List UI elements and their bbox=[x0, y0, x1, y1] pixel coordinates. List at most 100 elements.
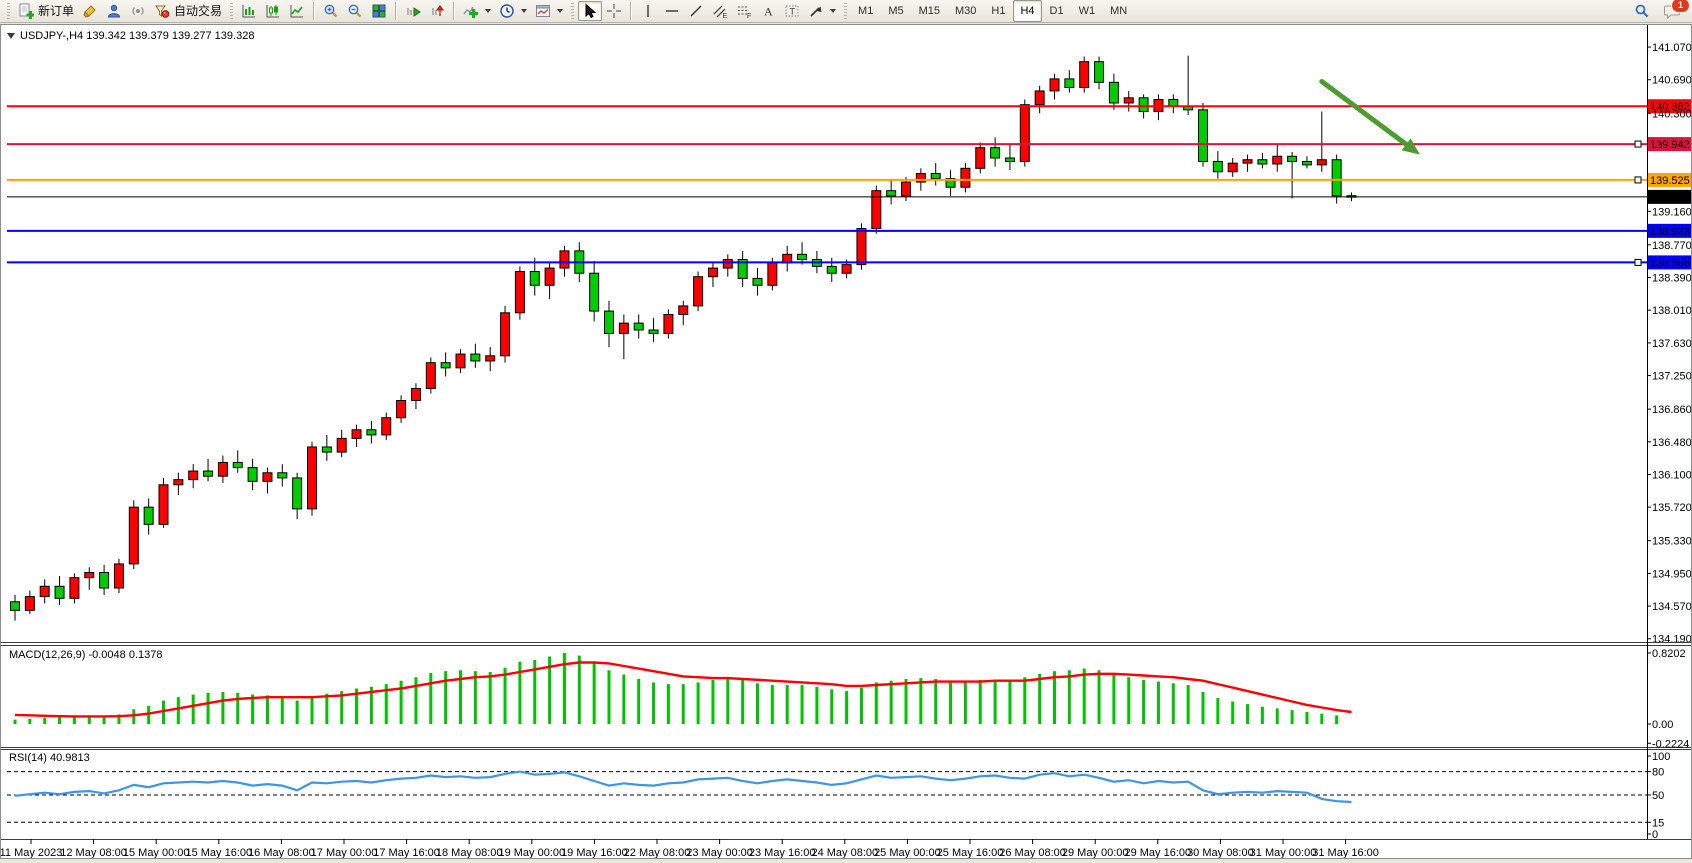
svg-text:141.070: 141.070 bbox=[1652, 42, 1691, 54]
toolbar-grip[interactable] bbox=[571, 3, 574, 19]
line-chart-mode-button[interactable] bbox=[285, 1, 309, 21]
svg-text:80: 80 bbox=[1652, 767, 1664, 779]
fibonacci-tool-button[interactable]: F bbox=[732, 1, 756, 21]
hline-140.382[interactable]: 140.382 bbox=[7, 99, 1691, 113]
indicators-button[interactable] bbox=[459, 1, 495, 21]
svg-text:138.933: 138.933 bbox=[1650, 226, 1690, 238]
svg-text:0.8202: 0.8202 bbox=[1652, 648, 1686, 660]
chart-title: USDJPY-,H4 139.342 139.379 139.277 139.3… bbox=[7, 30, 254, 42]
autotrade-icon bbox=[154, 3, 170, 19]
svg-text:11 May 2023: 11 May 2023 bbox=[1, 847, 62, 858]
hline-138.933[interactable]: 138.933 bbox=[7, 224, 1691, 238]
toolbar-separator bbox=[395, 2, 397, 20]
svg-text:139.942: 139.942 bbox=[1650, 139, 1690, 151]
styles-button[interactable] bbox=[78, 1, 102, 21]
vertical-line-icon bbox=[640, 3, 656, 19]
svg-text:T: T bbox=[790, 7, 796, 17]
autotrade-label: 自动交易 bbox=[174, 1, 222, 21]
timeframe-button-M5[interactable]: M5 bbox=[881, 0, 910, 22]
indicators-icon bbox=[463, 3, 479, 19]
svg-text:18 May 08:00: 18 May 08:00 bbox=[436, 847, 503, 858]
svg-text:25 May 00:00: 25 May 00:00 bbox=[874, 847, 941, 858]
chart-canvas[interactable]: 140.382139.942139.525138.933138.566139.3… bbox=[1, 25, 1691, 858]
rsi-indicator-label: RSI(14) 40.9813 bbox=[9, 752, 90, 764]
arrows-tool-button[interactable] bbox=[804, 1, 840, 21]
new-order-button[interactable]: 新订单 bbox=[14, 1, 78, 21]
vertical-line-tool-button[interactable] bbox=[636, 1, 660, 21]
periods-button[interactable] bbox=[495, 1, 531, 21]
community-button[interactable] bbox=[102, 1, 126, 21]
notifications-button[interactable]: 1 bbox=[1660, 1, 1685, 21]
tile-windows-button[interactable] bbox=[367, 1, 391, 21]
svg-text:50: 50 bbox=[1652, 790, 1664, 802]
timeframe-button-H4[interactable]: H4 bbox=[1013, 0, 1041, 22]
text-label-tool-button[interactable]: T bbox=[780, 1, 804, 21]
svg-text:-0.2224: -0.2224 bbox=[1652, 738, 1689, 750]
arrow-object-icon bbox=[808, 3, 824, 19]
trendline-tool-button[interactable] bbox=[684, 1, 708, 21]
auto-scroll-icon bbox=[405, 3, 421, 19]
zoom-out-button[interactable] bbox=[343, 1, 367, 21]
timeframe-button-M1[interactable]: M1 bbox=[851, 0, 880, 22]
auto-scroll-button[interactable] bbox=[401, 1, 425, 21]
toolbar-grip[interactable] bbox=[844, 3, 847, 19]
horizontal-line-tool-button[interactable] bbox=[660, 1, 684, 21]
svg-text:19 May 16:00: 19 May 16:00 bbox=[561, 847, 628, 858]
chart-window: USDJPY-,H4 139.342 139.379 139.277 139.3… bbox=[0, 24, 1692, 859]
svg-text:F: F bbox=[747, 13, 751, 19]
svg-text:23 May 00:00: 23 May 00:00 bbox=[686, 847, 753, 858]
svg-text:138.770: 138.770 bbox=[1652, 240, 1691, 252]
timeframe-button-W1[interactable]: W1 bbox=[1072, 0, 1103, 22]
text-label-icon: T bbox=[784, 3, 800, 19]
text-tool-button[interactable]: A bbox=[756, 1, 780, 21]
svg-text:135.330: 135.330 bbox=[1652, 536, 1691, 548]
person-icon bbox=[106, 3, 122, 19]
macd-indicator-label: MACD(12,26,9) -0.0048 0.1378 bbox=[9, 649, 162, 661]
timeframe-button-D1[interactable]: D1 bbox=[1043, 0, 1071, 22]
new-order-icon bbox=[18, 3, 34, 19]
bar-chart-icon bbox=[241, 3, 257, 19]
svg-text:17 May 16:00: 17 May 16:00 bbox=[373, 847, 440, 858]
timeframe-button-M15[interactable]: M15 bbox=[912, 0, 947, 22]
templates-button[interactable] bbox=[531, 1, 567, 21]
svg-text:29 May 16:00: 29 May 16:00 bbox=[1124, 847, 1191, 858]
svg-text:138.010: 138.010 bbox=[1652, 305, 1691, 317]
svg-text:23 May 16:00: 23 May 16:00 bbox=[749, 847, 816, 858]
cursor-tool-button[interactable] bbox=[578, 1, 602, 21]
svg-text:137.250: 137.250 bbox=[1652, 371, 1691, 383]
svg-text:31 May 16:00: 31 May 16:00 bbox=[1312, 847, 1379, 858]
hline-139.525[interactable]: 139.525 bbox=[7, 173, 1691, 187]
signals-button[interactable] bbox=[126, 1, 150, 21]
svg-text:136.480: 136.480 bbox=[1652, 437, 1691, 449]
zoom-in-button[interactable] bbox=[319, 1, 343, 21]
svg-text:0: 0 bbox=[1652, 829, 1658, 841]
chart-shift-button[interactable] bbox=[425, 1, 449, 21]
autotrade-button[interactable]: 自动交易 bbox=[150, 1, 226, 21]
toolbar-grip[interactable] bbox=[7, 3, 10, 19]
candlestick-mode-button[interactable] bbox=[261, 1, 285, 21]
svg-text:136.100: 136.100 bbox=[1652, 469, 1691, 481]
time-axis[interactable]: 11 May 202312 May 08:0015 May 00:0015 Ma… bbox=[1, 839, 1379, 858]
svg-text:17 May 00:00: 17 May 00:00 bbox=[311, 847, 378, 858]
svg-text:134.950: 134.950 bbox=[1652, 568, 1691, 580]
crosshair-tool-button[interactable] bbox=[602, 1, 626, 21]
timeframe-button-M30[interactable]: M30 bbox=[948, 0, 983, 22]
svg-text:16 May 08:00: 16 May 08:00 bbox=[248, 847, 315, 858]
bar-chart-mode-button[interactable] bbox=[237, 1, 261, 21]
candlestick-icon bbox=[265, 3, 281, 19]
search-button[interactable] bbox=[1630, 1, 1654, 21]
svg-text:139.525: 139.525 bbox=[1650, 175, 1690, 187]
hline-139.942[interactable]: 139.942 bbox=[7, 137, 1691, 151]
svg-text:A: A bbox=[764, 5, 773, 19]
timeframe-button-H1[interactable]: H1 bbox=[984, 0, 1012, 22]
timeframe-button-MN[interactable]: MN bbox=[1103, 0, 1134, 22]
toolbar-grip[interactable] bbox=[230, 3, 233, 19]
svg-text:140.690: 140.690 bbox=[1652, 75, 1691, 87]
toolbar-separator bbox=[313, 2, 315, 20]
broadcast-icon bbox=[130, 3, 146, 19]
channel-tool-button[interactable]: E bbox=[708, 1, 732, 21]
svg-text:15 May 16:00: 15 May 16:00 bbox=[185, 847, 252, 858]
candles bbox=[11, 56, 1357, 621]
svg-text:137.630: 137.630 bbox=[1652, 338, 1691, 350]
collapse-chart-icon[interactable] bbox=[7, 33, 15, 39]
